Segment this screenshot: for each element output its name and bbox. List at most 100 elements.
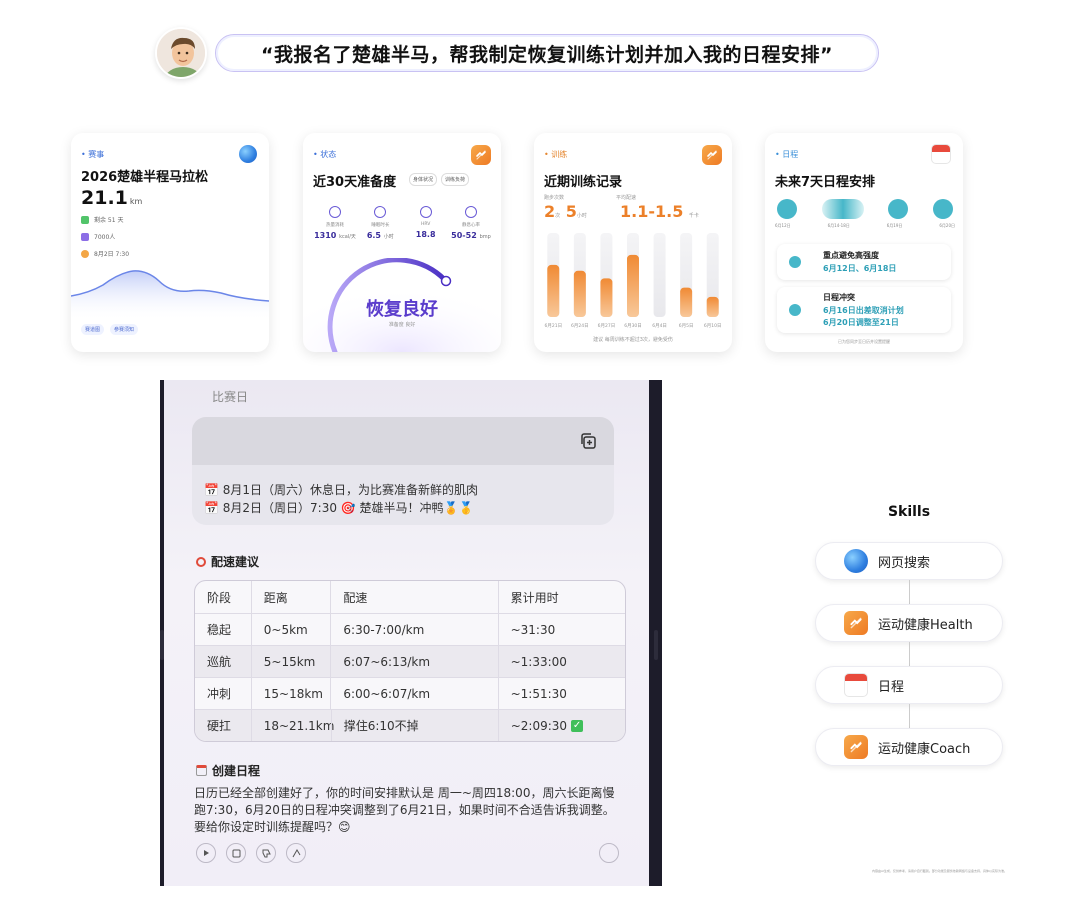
skills-title: Skills	[887, 504, 931, 520]
readiness-status: 恢复良好	[366, 299, 438, 320]
info-icon	[789, 256, 801, 268]
health-app-icon	[471, 145, 491, 165]
bar-date-label: 6月4日	[652, 323, 667, 329]
message-actions	[196, 843, 306, 863]
training-load-pill[interactable]: 训练负荷	[441, 173, 470, 186]
metric-sleep: 睡眠时长 6.5 小时	[358, 206, 402, 240]
meal-icon	[888, 199, 909, 219]
clock-icon	[81, 249, 89, 258]
table-header-row: 阶段 距离 配速 累计用时	[195, 581, 625, 613]
training-card[interactable]: • 训练 近期训练记录 跑步次数 平均配速 2次 5小时 1.1-1.5 千卡 6…	[534, 133, 732, 352]
schedule-message: 日历已经全部创建好了，你的时间安排默认是 周一~周四18:00，周六长距离慢跑7…	[194, 786, 615, 834]
bar-date-label: 6月24日	[571, 323, 589, 329]
table-row: 硬扛 18~21.1km 撑住6:10不掉 ~2:09:30 ✓	[195, 709, 625, 741]
skill-label: 网页搜索	[878, 555, 931, 571]
play-icon[interactable]	[196, 843, 216, 863]
calendar-small-icon	[81, 215, 89, 224]
chat-screen[interactable]: 比赛日 📅 8月1日（周六）休息日，为比赛准备新鲜的肌肉 📅 8月2日（周日）7…	[164, 380, 649, 886]
card-tag: • 日程	[775, 150, 799, 159]
skill-label: 运动健康Coach	[878, 741, 971, 757]
share-icon[interactable]	[286, 843, 306, 863]
bar-date-label: 6月27日	[598, 323, 616, 329]
refresh-icon[interactable]	[599, 843, 619, 863]
thumbs-down-icon[interactable]	[256, 843, 276, 863]
bar-date-label: 6月30日	[624, 323, 642, 329]
pace-table: 阶段 距离 配速 累计用时 稳起 0~5km 6:30-7:00/km ~31:…	[194, 580, 626, 742]
copy-message-icon[interactable]	[226, 843, 246, 863]
hrv-icon	[419, 206, 432, 218]
calendar-icon	[931, 144, 951, 164]
race-day-header: 比赛日	[212, 390, 249, 404]
event-meta-days: 剩余 51 天	[81, 215, 123, 224]
avoid-intensity-item[interactable]: 重点避免高强度 6月12日、6月18日	[777, 244, 951, 280]
elevation-chart	[71, 270, 269, 321]
run-count: 2次 5小时	[544, 202, 587, 221]
bar-date-label: 6月5日	[679, 323, 694, 329]
readiness-card[interactable]: • 状态 近30天准备度 身体状况 训练负荷 热量消耗 1310 kcal/天 睡…	[303, 133, 501, 352]
bar-date-label: 6月10日	[704, 323, 722, 329]
race-notice-chip[interactable]: 参赛须知	[110, 324, 139, 335]
copy-icon[interactable]	[578, 431, 598, 451]
training-footnote: 建议 每周训练不超过3次，避免受伤	[593, 337, 673, 343]
pace-section-title: 配速建议	[196, 553, 259, 570]
phone-side-button	[160, 630, 164, 660]
training-bar	[706, 296, 719, 317]
phone-frame: 比赛日 📅 8月1日（周六）休息日，为比赛准备新鲜的肌肉 📅 8月2日（周日）7…	[160, 380, 662, 886]
metric-hrv: HRV 18.8	[404, 206, 448, 240]
metric-heart-rate: 静息心率 50-52 bmp	[449, 206, 493, 240]
globe-icon	[239, 145, 257, 163]
skill-web-search[interactable]: 网页搜索	[815, 542, 1003, 580]
race-notice-box: 📅 8月1日（周六）休息日，为比赛准备新鲜的肌肉 📅 8月2日（周日）7:30 …	[192, 417, 614, 525]
training-labels: 跑步次数 平均配速	[544, 195, 637, 201]
target-icon	[196, 556, 206, 567]
skill-coach[interactable]: 运动健康Coach	[815, 728, 1003, 766]
card-tag: • 状态	[313, 150, 337, 159]
event-distance: 21.1 km	[81, 187, 143, 209]
health-metrics: 热量消耗 1310 kcal/天 睡眠时长 6.5 小时 HRV 18.8 静息心率 5…	[313, 206, 493, 240]
disclaimer: 内容由AI生成，仅供参考，请用户自行甄别。部分功能及服务依赖网络与设备支持，具体…	[872, 869, 1007, 873]
table-row: 稳起 0~5km 6:30-7:00/km ~31:30	[195, 613, 625, 645]
bar-date-label: 6月21日	[544, 323, 562, 329]
table-row: 冲刺 15~18km 6:00~6:07/km ~1:51:30	[195, 677, 625, 709]
runner-icon	[932, 199, 953, 219]
health-app-icon	[844, 735, 868, 759]
skill-health[interactable]: 运动健康Health	[815, 604, 1003, 642]
notice-line-rest: 📅 8月1日（周六）休息日，为比赛准备新鲜的肌肉	[204, 483, 479, 497]
schedule-footnote: 已为您同步至日历并设置提醒	[838, 339, 890, 344]
calendar-icon	[844, 673, 868, 697]
metric-calories: 热量消耗 1310 kcal/天	[313, 206, 357, 240]
training-title: 近期训练记录	[544, 175, 623, 190]
health-app-icon	[844, 611, 868, 635]
training-bar	[627, 254, 639, 317]
route-map-chip[interactable]: 赛道图	[81, 324, 105, 335]
heart-icon	[464, 206, 477, 218]
check-icon: ✓	[571, 719, 584, 732]
event-card[interactable]: • 赛事 2026楚雄半程马拉松 21.1 km 剩余 51 天 7000人 8月…	[71, 133, 269, 352]
event-title: 2026楚雄半程马拉松	[81, 170, 209, 185]
schedule-dates: 6月12日 6月14-18日 6月19日 6月20日	[775, 223, 955, 228]
avg-pace: 1.1-1.5 千卡	[620, 202, 699, 221]
people-icon	[81, 232, 89, 241]
user-prompt-bubble: “我报名了楚雄半马，帮我制定恢复训练计划并加入我的日程安排”	[215, 34, 879, 72]
run-icon	[777, 199, 797, 219]
body-status-pill[interactable]: 身体状况	[409, 173, 438, 186]
globe-icon	[844, 549, 868, 573]
event-meta-time: 8月2日 7:30	[81, 249, 129, 258]
info-icon	[789, 304, 801, 316]
schedule-icons	[777, 199, 953, 219]
skill-calendar[interactable]: 日程	[815, 666, 1003, 704]
training-bar	[573, 270, 586, 317]
schedule-section-title: 创建日程	[196, 762, 260, 779]
skill-label: 日程	[878, 679, 905, 695]
schedule-conflict-item[interactable]: 日程冲突 6月16日出差取消计划 6月20日调整至21日	[777, 287, 951, 333]
phone-side-button	[654, 630, 658, 660]
calendar-small-icon	[196, 765, 207, 776]
readiness-sub: 准备度 良好	[388, 322, 416, 328]
schedule-card[interactable]: • 日程 未来7天日程安排 6月12日 6月14-18日 6月19日 6月20日 重点…	[765, 133, 963, 352]
card-tag: • 赛事	[81, 150, 105, 159]
training-bar	[600, 278, 613, 317]
schedule-title: 未来7天日程安排	[775, 175, 876, 190]
card-tag: • 训练	[544, 150, 568, 159]
table-row: 巡航 5~15km 6:07~6:13/km ~1:33:00	[195, 645, 625, 677]
skill-label: 运动健康Health	[878, 617, 973, 633]
